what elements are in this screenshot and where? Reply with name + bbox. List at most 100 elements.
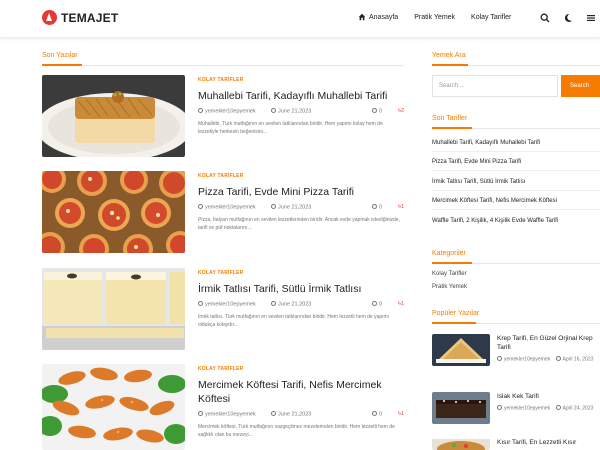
popular-thumbnail-kisir[interactable] <box>432 438 490 450</box>
recent-recipe-link[interactable]: Mercimek Köftesi Tarifi, Nefis Mercimek … <box>432 198 557 204</box>
popular-post: Krep Tarifi, En Güzel Orjinal Krep Tarif… <box>432 334 600 374</box>
search-input[interactable]: Search ... <box>432 75 558 97</box>
clock-icon <box>555 356 561 361</box>
list-divider <box>432 151 600 152</box>
post-comments[interactable]: 0 <box>371 204 382 211</box>
nav-item-pratik-yemek[interactable]: Pratik Yemek <box>414 14 455 21</box>
category-link[interactable]: Kolay Tarifler <box>432 271 467 277</box>
post-excerpt: İrmik tatlısı, Türk mutfağının en sevile… <box>198 314 390 328</box>
post-date-text: June 21,2023 <box>278 411 312 418</box>
recent-recipe-link[interactable]: Pizza Tarifi, Evde Mini Pizza Tarifi <box>432 159 521 165</box>
recent-recipe-link[interactable]: İrmik Tatlısı Tarifi, Sütlü İrmik Tatlıs… <box>432 179 525 185</box>
post-likes[interactable]: ϟ1 <box>398 204 404 210</box>
popular-post-author: yemekler10epyemek <box>504 405 551 412</box>
list-divider <box>432 170 600 171</box>
widget-title-categories: Kategoriler <box>432 250 466 257</box>
post-like-count: 1 <box>400 204 404 210</box>
popular-post-author: yemekler10epyemek <box>504 356 551 363</box>
post-thumbnail-mercimek[interactable] <box>42 364 185 450</box>
popular-post-title[interactable]: Krep Tarifi, En Güzel Orjinal Krep Tarif… <box>497 334 600 352</box>
post-author[interactable]: yemekler10epyemek <box>198 108 256 115</box>
post-author[interactable]: yemekler10epyemek <box>198 411 256 418</box>
popular-post-date: April 16, 2023 <box>562 356 594 363</box>
post-title[interactable]: İrmik Tatlısı Tarifi, Sütlü İrmik Tatlıs… <box>198 282 404 296</box>
post-author-name: yemekler10epyemek <box>205 411 256 418</box>
clock-icon <box>271 301 276 306</box>
post-like-count: 1 <box>400 301 404 307</box>
site-name: TEMAJET <box>61 10 119 25</box>
popular-post: Kısır Tarifi, En Lezzetli Kısır <box>432 438 600 450</box>
post-card: KOLAY TARİFLER Mercimek Köftesi Tarifi, … <box>42 364 404 450</box>
clock-icon <box>271 204 276 209</box>
post-date: June 21,2023 <box>271 204 311 211</box>
comment-icon <box>371 108 377 113</box>
site-header: TEMAJET Anasayfa Pratik Yemek Kolay Tari… <box>0 0 600 38</box>
post-comment-count: 0 <box>378 301 382 308</box>
list-divider <box>432 209 600 210</box>
recent-recipe-link[interactable]: Waffle Tarifi, 2 Kişilik, 4 Kişilik Evde… <box>432 218 558 224</box>
post-excerpt: Mercimek köftesi, Türk mutfağının vazgeç… <box>198 424 395 438</box>
popular-post-meta: yemekler10epyemek April 16, 2023 <box>497 356 600 364</box>
user-icon <box>497 405 502 410</box>
popular-post-title[interactable]: Kısır Tarifi, En Lezzetli Kısır <box>497 438 600 447</box>
section-title-recent-posts: Son Yazılar <box>42 52 78 59</box>
widget-title-popular: Popüler Yazılar <box>432 310 480 317</box>
widget-title-recent-recipes: Son Tarifler <box>432 115 468 122</box>
site-logo[interactable]: TEMAJET <box>42 10 118 25</box>
home-icon <box>358 13 366 21</box>
widget-accent <box>432 127 472 129</box>
post-comment-count: 0 <box>378 411 382 418</box>
menu-icon[interactable] <box>586 13 596 23</box>
search-button[interactable]: Search <box>561 75 600 97</box>
clock-icon <box>271 108 276 113</box>
post-likes[interactable]: ϟ1 <box>398 411 404 417</box>
post-likes[interactable]: ϟ1 <box>398 301 404 307</box>
comment-icon <box>371 204 377 209</box>
category-link[interactable]: Pratik Yemek <box>432 284 467 290</box>
post-date: June 21,2023 <box>271 301 311 308</box>
post-date-text: June 21,2023 <box>278 204 312 211</box>
post-author[interactable]: yemekler10epyemek <box>198 204 256 211</box>
popular-post-meta: yemekler10epyemek April 24, 2023 <box>497 405 600 413</box>
nav-item-label: Pratik Yemek <box>414 13 456 21</box>
post-thumbnail-pizza[interactable] <box>42 171 185 253</box>
post-thumbnail-muhallebi[interactable] <box>42 75 185 157</box>
popular-thumbnail-islak-kek[interactable] <box>432 392 490 424</box>
post-category[interactable]: KOLAY TARİFLER <box>198 173 404 179</box>
post-excerpt: Muhallebi, Türk mutfağının en sevilen ta… <box>198 121 383 135</box>
popular-thumbnail-krep[interactable] <box>432 334 490 366</box>
post-date: June 21,2023 <box>271 411 311 418</box>
post-excerpt: Pizza, İtalyan mutfağının en sevilen lez… <box>198 217 401 231</box>
comment-icon <box>371 301 377 306</box>
post-author[interactable]: yemekler10epyemek <box>198 301 256 308</box>
post-comments[interactable]: 0 <box>371 301 382 308</box>
post-likes[interactable]: ϟ2 <box>398 108 404 114</box>
post-category[interactable]: KOLAY TARİFLER <box>198 366 404 372</box>
post-author-name: yemekler10epyemek <box>205 108 256 115</box>
post-thumbnail-irmik[interactable] <box>42 268 185 350</box>
nav-item-anasayfa[interactable]: Anasayfa <box>358 13 398 21</box>
post-category[interactable]: KOLAY TARİFLER <box>198 77 404 83</box>
post-title[interactable]: Pizza Tarifi, Evde Mini Pizza Tarifi <box>198 185 404 199</box>
post-title[interactable]: Muhallebi Tarifi, Kadayıflı Muhallebi Ta… <box>198 89 404 103</box>
post-date: June 21,2023 <box>271 108 311 115</box>
section-divider <box>42 65 404 66</box>
search-icon[interactable] <box>540 13 550 23</box>
post-title[interactable]: Mercimek Köftesi Tarifi, Nefis Mercimek … <box>198 378 404 406</box>
nav-item-kolay-tarifler[interactable]: Kolay Tarifler <box>471 14 511 21</box>
user-icon <box>198 301 203 306</box>
main-nav: Anasayfa Pratik Yemek Kolay Tarifler <box>358 13 527 21</box>
widget-title-search: Yemek Ara <box>432 52 466 59</box>
widget-accent <box>432 64 468 66</box>
dark-mode-moon-icon[interactable] <box>563 13 573 23</box>
popular-post-title[interactable]: Islak Kek Tarifi <box>497 392 600 401</box>
nav-item-label: Kolay Tarifler <box>471 13 512 21</box>
nav-item-label: Anasayfa <box>369 13 399 21</box>
post-category[interactable]: KOLAY TARİFLER <box>198 270 404 276</box>
post-comment-count: 0 <box>378 204 382 211</box>
post-comments[interactable]: 0 <box>371 411 382 418</box>
recent-recipe-link[interactable]: Muhallebi Tarifi, Kadayıflı Muhallebi Ta… <box>432 140 540 146</box>
post-comments[interactable]: 0 <box>371 108 382 115</box>
post-comment-count: 0 <box>378 108 382 115</box>
user-icon <box>198 108 203 113</box>
